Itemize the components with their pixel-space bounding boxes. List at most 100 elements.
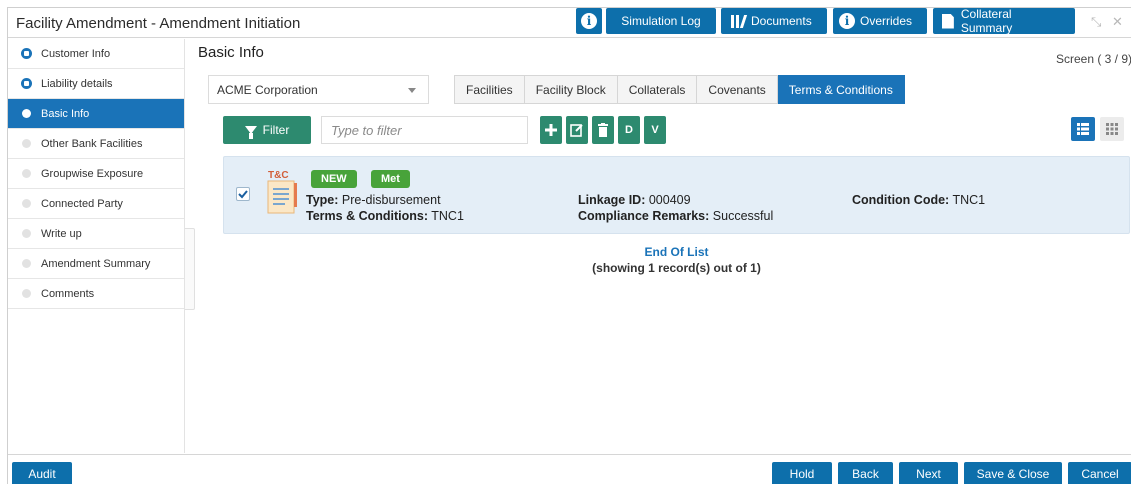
library-icon bbox=[731, 14, 748, 28]
main-content: Basic Info Screen ( 3 / 9) ACME Corporat… bbox=[197, 39, 1131, 453]
sidebar-item-customer-info[interactable]: Customer Info bbox=[8, 39, 184, 69]
sidebar-item-basic-info[interactable]: Basic Info bbox=[8, 99, 184, 129]
end-of-list: End Of List (showing 1 record(s) out of … bbox=[223, 245, 1130, 275]
sidebar-item-other-bank-facilities[interactable]: Other Bank Facilities bbox=[8, 129, 184, 159]
sidebar-item-amendment-summary[interactable]: Amendment Summary bbox=[8, 249, 184, 279]
tc-icon-label: T&C bbox=[268, 170, 289, 181]
delete-button[interactable] bbox=[592, 116, 614, 144]
step-icon bbox=[22, 229, 31, 238]
chevron-down-icon bbox=[408, 88, 416, 93]
overrides-label: Overrides bbox=[860, 14, 913, 28]
step-icon bbox=[22, 259, 31, 268]
add-button[interactable] bbox=[540, 116, 562, 144]
v-button[interactable]: V bbox=[644, 116, 666, 144]
lock-icon bbox=[21, 48, 32, 59]
step-icon bbox=[22, 199, 31, 208]
checkmark-icon bbox=[238, 190, 248, 199]
overrides-button[interactable]: i Overrides bbox=[833, 8, 927, 34]
tab-covenants[interactable]: Covenants bbox=[697, 75, 778, 104]
edit-icon bbox=[570, 124, 583, 137]
sidebar-item-label: Groupwise Exposure bbox=[41, 167, 144, 180]
party-select-value: ACME Corporation bbox=[217, 82, 318, 97]
document-icon bbox=[942, 13, 954, 29]
tab-facilities[interactable]: Facilities bbox=[454, 75, 525, 104]
sidebar-item-label: Connected Party bbox=[41, 197, 123, 210]
filter-button[interactable]: Filter bbox=[223, 116, 311, 144]
d-button[interactable]: D bbox=[618, 116, 640, 144]
tab-collaterals[interactable]: Collaterals bbox=[617, 75, 698, 104]
step-icon bbox=[22, 139, 31, 148]
sidebar-item-write-up[interactable]: Write up bbox=[8, 219, 184, 249]
close-icon[interactable]: ✕ bbox=[1112, 14, 1123, 30]
record-checkbox[interactable] bbox=[236, 187, 250, 201]
condition-code-field: Condition Code: TNC1 bbox=[852, 193, 985, 207]
type-field: Type: Pre-disbursement bbox=[306, 193, 441, 207]
step-icon bbox=[22, 169, 31, 178]
sidebar-item-label: Amendment Summary bbox=[41, 257, 151, 270]
record-card[interactable]: T&C NEW Met Type: Pre-disbursement Terms… bbox=[223, 156, 1130, 234]
tab-bar: Facilities Facility Block Collaterals Co… bbox=[454, 75, 905, 104]
sidebar-item-label: Basic Info bbox=[41, 107, 90, 120]
simulation-log-label: Simulation Log bbox=[621, 14, 701, 28]
terms-value: TNC1 bbox=[431, 209, 464, 223]
end-of-list-label: End Of List bbox=[644, 245, 709, 259]
sidebar-item-label: Liability details bbox=[41, 77, 113, 90]
cancel-button[interactable]: Cancel bbox=[1068, 462, 1131, 484]
tab-terms-conditions[interactable]: Terms & Conditions bbox=[777, 75, 905, 104]
status-badge-met: Met bbox=[371, 170, 410, 188]
save-close-button[interactable]: Save & Close bbox=[964, 462, 1062, 484]
sidebar-item-label: Other Bank Facilities bbox=[41, 137, 143, 150]
status-badge-new: NEW bbox=[311, 170, 357, 188]
documents-label: Documents bbox=[751, 14, 812, 28]
grid-view-icon bbox=[1106, 123, 1118, 135]
footer-bar: Audit Hold Back Next Save & Close Cancel bbox=[8, 454, 1131, 484]
info-icon: i bbox=[581, 13, 597, 29]
next-button[interactable]: Next bbox=[899, 462, 958, 484]
type-label: Type: bbox=[306, 193, 339, 207]
filter-input[interactable] bbox=[321, 116, 528, 144]
party-select[interactable]: ACME Corporation bbox=[208, 75, 429, 104]
back-button[interactable]: Back bbox=[838, 462, 893, 484]
list-view-button[interactable] bbox=[1071, 117, 1095, 141]
condition-value: TNC1 bbox=[952, 193, 986, 207]
app-window: Facility Amendment - Amendment Initiatio… bbox=[7, 7, 1131, 484]
trash-icon bbox=[598, 123, 608, 137]
minimize-icon[interactable]: ⤡ bbox=[1091, 14, 1101, 30]
record-count: (showing 1 record(s) out of 1) bbox=[592, 261, 761, 275]
compliance-field: Compliance Remarks: Successful bbox=[578, 209, 773, 223]
terms-conditions-icon: T&C bbox=[264, 167, 304, 215]
page-title: Facility Amendment - Amendment Initiatio… bbox=[16, 15, 301, 32]
edit-button[interactable] bbox=[566, 116, 588, 144]
simulation-log-button[interactable]: Simulation Log bbox=[606, 8, 716, 34]
linkage-field: Linkage ID: 000409 bbox=[578, 193, 691, 207]
sidebar-item-liability-details[interactable]: Liability details bbox=[8, 69, 184, 99]
compliance-label: Compliance Remarks: bbox=[578, 209, 710, 223]
screen-counter: Screen ( 3 / 9) bbox=[1055, 52, 1131, 66]
header-bar: Facility Amendment - Amendment Initiatio… bbox=[8, 7, 1131, 38]
sidebar-item-label: Customer Info bbox=[41, 47, 111, 60]
linkage-value: 000409 bbox=[648, 193, 691, 207]
sidebar-item-comments[interactable]: Comments bbox=[8, 279, 184, 309]
sidebar-item-label: Comments bbox=[41, 287, 95, 300]
documents-button[interactable]: Documents bbox=[721, 8, 827, 34]
sidebar: Customer Info Liability details Basic In… bbox=[8, 39, 185, 453]
collateral-summary-label: Collateral Summary bbox=[960, 7, 1013, 35]
sidebar-item-groupwise-exposure[interactable]: Groupwise Exposure bbox=[8, 159, 184, 189]
step-icon bbox=[22, 289, 31, 298]
compliance-value: Successful bbox=[712, 209, 774, 223]
audit-button[interactable]: Audit bbox=[12, 462, 72, 484]
lock-icon bbox=[21, 78, 32, 89]
hold-button[interactable]: Hold bbox=[772, 462, 832, 484]
sidebar-item-connected-party[interactable]: Connected Party bbox=[8, 189, 184, 219]
info-icon: i bbox=[839, 13, 855, 29]
terms-label: Terms & Conditions: bbox=[306, 209, 428, 223]
grid-view-button[interactable] bbox=[1100, 117, 1124, 141]
section-title: Basic Info bbox=[198, 44, 264, 61]
collateral-summary-button[interactable]: Collateral Summary bbox=[933, 7, 1075, 35]
info-button[interactable]: i bbox=[576, 8, 602, 34]
condition-label: Condition Code: bbox=[852, 193, 950, 207]
sidebar-collapse-handle[interactable] bbox=[185, 228, 195, 310]
current-step-icon bbox=[22, 109, 31, 118]
tab-facility-block[interactable]: Facility Block bbox=[524, 75, 618, 104]
list-view-icon bbox=[1077, 123, 1089, 135]
